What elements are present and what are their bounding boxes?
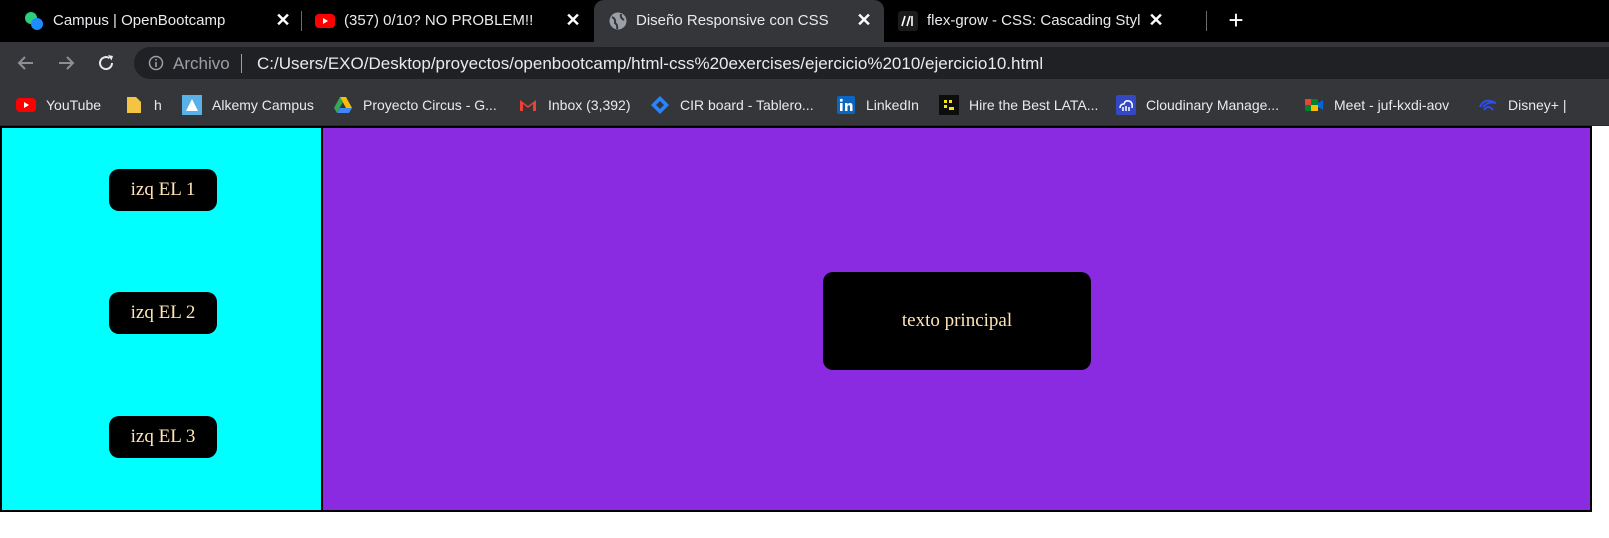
bookmark-cloudinary[interactable]: Cloudinary Manage...	[1116, 94, 1279, 116]
alkemy-icon	[182, 95, 202, 115]
address-bar[interactable]: Archivo C:/Users/EXO/Desktop/proyectos/o…	[134, 47, 1609, 79]
bookmarks-bar: YouTube h Alkemy Campus Proyecto Circus …	[0, 84, 1609, 126]
gmail-icon	[520, 100, 536, 111]
bookmark-folder-h[interactable]: h	[124, 94, 162, 116]
address-divider	[241, 54, 242, 73]
arrow-left-icon	[17, 56, 33, 70]
tab-flex-grow[interactable]: flex-grow - CSS: Cascading Style Sheets …	[886, 0, 1176, 42]
bookmark-alkemy[interactable]: Alkemy Campus	[182, 94, 314, 116]
tab-separator	[1206, 11, 1207, 31]
scheme-label: Archivo	[173, 54, 230, 73]
main-column: texto principal	[323, 128, 1590, 510]
google-drive-icon	[334, 97, 352, 113]
forward-button[interactable]	[54, 51, 78, 75]
bookmark-label: LinkedIn	[866, 97, 919, 113]
bookmark-label: Meet - juf-kxdi-aov	[1334, 97, 1450, 113]
main-text-box: texto principal	[823, 272, 1091, 370]
tab-close-button[interactable]: ✕	[562, 9, 584, 31]
bookmark-google-meet[interactable]: Meet - juf-kxdi-aov	[1304, 94, 1449, 116]
bookmark-proyecto-circus[interactable]: Proyecto Circus - G...	[333, 94, 497, 116]
mdn-icon	[898, 11, 918, 31]
tab-strip: Campus | OpenBootcamp ✕ (357) 0/10? NO P…	[0, 0, 1609, 42]
openbootcamp-icon	[25, 12, 43, 30]
info-icon[interactable]	[148, 55, 164, 71]
bookmark-label: h	[154, 97, 162, 113]
bookmark-label: Hire the Best LATA...	[969, 97, 1099, 113]
globe-icon	[609, 12, 627, 30]
jira-icon	[651, 96, 669, 114]
tab-diseno-responsive[interactable]: Diseño Responsive con CSS ✕	[594, 0, 884, 42]
hire-icon	[939, 95, 959, 115]
bookmark-hire-the-best[interactable]: Hire the Best LATA...	[939, 94, 1098, 116]
tab-openbootcamp[interactable]: Campus | OpenBootcamp ✕	[0, 0, 300, 42]
bookmark-label: YouTube	[46, 97, 102, 113]
linkedin-icon	[837, 96, 855, 114]
left-item-1: izq EL 1	[109, 169, 217, 211]
left-item-3: izq EL 3	[109, 416, 217, 458]
tab-close-button[interactable]: ✕	[853, 9, 875, 31]
reload-button[interactable]	[94, 51, 118, 75]
bookmark-label: Disney+ |	[1508, 97, 1567, 113]
bookmark-label: Alkemy Campus	[212, 97, 314, 113]
tab-close-button[interactable]: ✕	[272, 9, 294, 31]
page-viewport: izq EL 1 izq EL 2 izq EL 3 texto princip…	[0, 126, 1609, 538]
tab-title: Diseño Responsive con CSS	[636, 12, 829, 29]
tab-title: (357) 0/10? NO PROBLEM!! - YouTube	[344, 12, 538, 29]
bookmark-label: Proyecto Circus - G...	[363, 97, 497, 113]
bookmark-label: CIR board - Tablero...	[680, 97, 814, 113]
left-column: izq EL 1 izq EL 2 izq EL 3	[2, 128, 323, 510]
cloudinary-icon	[1116, 95, 1136, 115]
tab-close-button[interactable]: ✕	[1145, 9, 1167, 31]
youtube-icon	[315, 14, 335, 28]
bookmark-label: Inbox (3,392)	[548, 97, 631, 113]
disney-icon	[1479, 99, 1497, 111]
bookmark-disney-plus[interactable]: Disney+ |	[1478, 94, 1567, 116]
folder-icon	[127, 97, 141, 113]
bookmark-label: Cloudinary Manage...	[1146, 97, 1280, 113]
bookmark-youtube[interactable]: YouTube	[16, 94, 101, 116]
reload-icon	[99, 55, 114, 71]
toolbar: Archivo C:/Users/EXO/Desktop/proyectos/o…	[0, 42, 1609, 84]
tab-title: flex-grow - CSS: Cascading Style Sheets	[927, 12, 1141, 29]
bookmark-linkedin[interactable]: LinkedIn	[836, 94, 919, 116]
bookmark-cir-board[interactable]: CIR board - Tablero...	[650, 94, 814, 116]
left-item-2: izq EL 2	[109, 292, 217, 334]
bookmark-gmail-inbox[interactable]: Inbox (3,392)	[518, 94, 631, 116]
back-button[interactable]	[14, 51, 38, 75]
flex-container: izq EL 1 izq EL 2 izq EL 3 texto princip…	[0, 126, 1592, 512]
youtube-icon	[16, 98, 36, 112]
url-text[interactable]: C:/Users/EXO/Desktop/proyectos/openbootc…	[257, 54, 1043, 74]
tab-title: Campus | OpenBootcamp	[53, 12, 226, 29]
google-meet-icon	[1305, 99, 1323, 111]
tab-youtube[interactable]: (357) 0/10? NO PROBLEM!! - YouTube ✕	[302, 0, 592, 42]
arrow-right-icon	[59, 56, 75, 70]
new-tab-button[interactable]: +	[1223, 7, 1249, 34]
